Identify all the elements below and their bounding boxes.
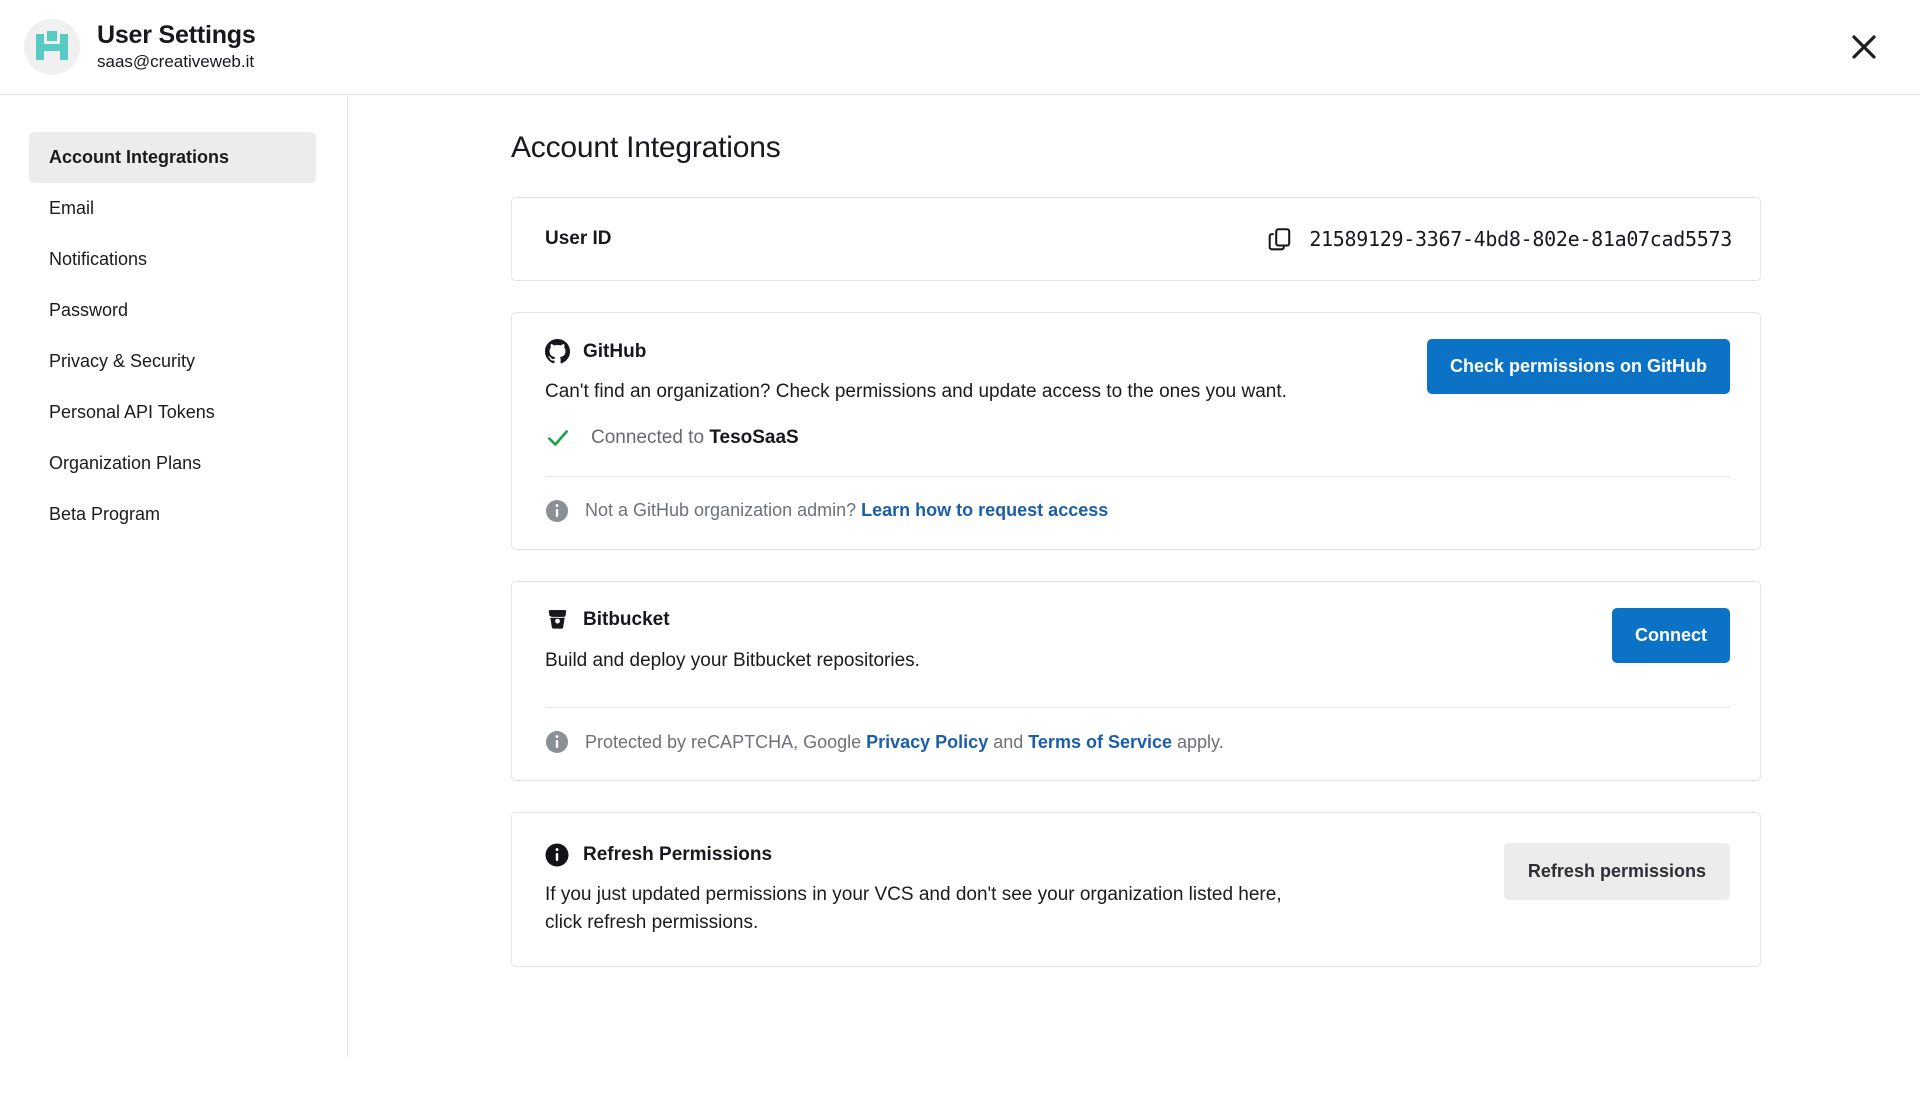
refresh-permissions-title: Refresh Permissions — [583, 844, 772, 866]
copy-user-id-button[interactable] — [1267, 226, 1293, 252]
github-connected-text: Connected to TesoSaaS — [591, 427, 799, 449]
privacy-policy-link[interactable]: Privacy Policy — [866, 732, 988, 752]
check-permissions-on-github-button[interactable]: Check permissions on GitHub — [1427, 339, 1730, 394]
github-integration-card: GitHub Can't find an organization? Check… — [511, 312, 1761, 550]
learn-how-to-request-access-link[interactable]: Learn how to request access — [861, 500, 1108, 520]
sidebar-item-label: Personal API Tokens — [49, 402, 215, 422]
terms-of-service-link[interactable]: Terms of Service — [1028, 732, 1172, 752]
sidebar-item-label: Email — [49, 198, 94, 218]
sidebar-item-beta-program[interactable]: Beta Program — [29, 489, 316, 540]
recaptcha-note-text: Protected by reCAPTCHA, Google Privacy P… — [585, 732, 1224, 753]
sidebar-item-label: Beta Program — [49, 504, 160, 524]
bitbucket-integration-card: Bitbucket Build and deploy your Bitbucke… — [511, 581, 1761, 782]
sidebar-item-label: Privacy & Security — [49, 351, 195, 371]
recaptcha-middle: and — [988, 732, 1028, 752]
check-icon — [545, 425, 571, 451]
github-connected-status: Connected to TesoSaaS — [545, 425, 1397, 451]
recaptcha-note: Protected by reCAPTCHA, Google Privacy P… — [545, 708, 1730, 754]
sidebar-item-password[interactable]: Password — [29, 285, 316, 336]
settings-content: Account Integrations User ID 21589129-33… — [348, 95, 1920, 1107]
refresh-permissions-description: If you just updated permissions in your … — [545, 881, 1305, 936]
page-title: User Settings — [97, 22, 256, 50]
info-filled-icon — [545, 843, 569, 867]
settings-sidebar: Account Integrations Email Notifications… — [0, 95, 348, 1057]
info-icon — [545, 499, 569, 523]
sidebar-item-personal-api-tokens[interactable]: Personal API Tokens — [29, 387, 316, 438]
refresh-permissions-button[interactable]: Refresh permissions — [1504, 843, 1730, 900]
hatchbox-logo-icon — [24, 19, 80, 75]
github-admin-note: Not a GitHub organization admin? Learn h… — [545, 477, 1730, 523]
user-id-label: User ID — [545, 228, 612, 250]
github-title: GitHub — [583, 341, 646, 363]
main-shell: Account Integrations Email Notifications… — [0, 95, 1920, 1107]
refresh-permissions-card: Refresh Permissions If you just updated … — [511, 812, 1761, 967]
github-connected-prefix: Connected to — [591, 427, 709, 448]
copy-icon — [1267, 226, 1293, 252]
info-icon — [545, 730, 569, 754]
app-header: User Settings saas@creativeweb.it — [0, 0, 1920, 95]
github-connected-org: TesoSaaS — [709, 427, 798, 448]
sidebar-item-notifications[interactable]: Notifications — [29, 234, 316, 285]
recaptcha-prefix: Protected by reCAPTCHA, Google — [585, 732, 866, 752]
user-id-card: User ID 21589129-3367-4bd8-802e-81a07cad… — [511, 197, 1761, 281]
bitbucket-connect-button[interactable]: Connect — [1612, 608, 1730, 663]
sidebar-item-privacy-security[interactable]: Privacy & Security — [29, 336, 316, 387]
close-button[interactable] — [1842, 25, 1886, 69]
sidebar-item-account-integrations[interactable]: Account Integrations — [29, 132, 316, 183]
github-icon — [545, 339, 570, 364]
sidebar-item-label: Account Integrations — [49, 147, 229, 167]
brand: User Settings saas@creativeweb.it — [24, 19, 1842, 75]
sidebar-item-label: Notifications — [49, 249, 147, 269]
github-description: Can't find an organization? Check permis… — [545, 378, 1305, 406]
sidebar-item-organization-plans[interactable]: Organization Plans — [29, 438, 316, 489]
recaptcha-suffix: apply. — [1172, 732, 1224, 752]
github-note-prefix: Not a GitHub organization admin? — [585, 500, 861, 520]
content-title: Account Integrations — [511, 131, 1920, 165]
github-note-text: Not a GitHub organization admin? Learn h… — [585, 500, 1108, 521]
bitbucket-description: Build and deploy your Bitbucket reposito… — [545, 647, 1305, 675]
close-icon — [1849, 32, 1879, 62]
user-id-value: 21589129-3367-4bd8-802e-81a07cad5573 — [1309, 227, 1732, 251]
brand-text: User Settings saas@creativeweb.it — [97, 22, 256, 72]
bitbucket-icon — [545, 608, 570, 633]
sidebar-item-email[interactable]: Email — [29, 183, 316, 234]
sidebar-item-label: Password — [49, 300, 128, 320]
sidebar-item-label: Organization Plans — [49, 453, 201, 473]
user-email: saas@creativeweb.it — [97, 53, 256, 72]
info-icon-glyph — [545, 499, 569, 523]
bitbucket-title: Bitbucket — [583, 609, 670, 631]
